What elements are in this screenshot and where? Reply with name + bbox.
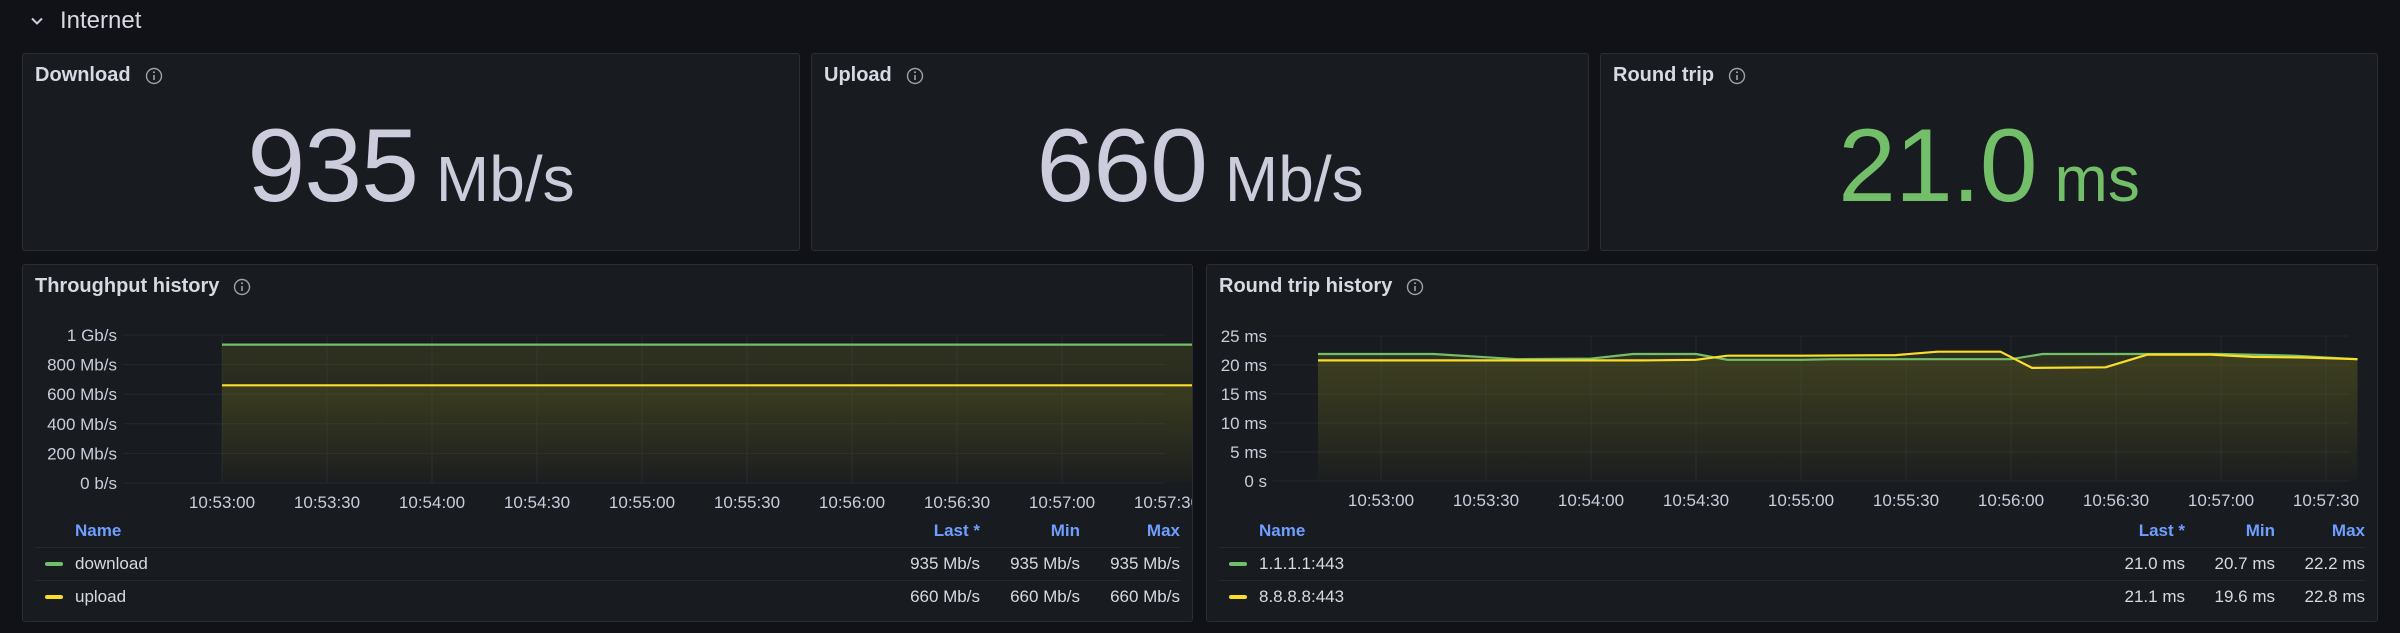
- info-icon[interactable]: [1728, 67, 1746, 85]
- legend-col-last[interactable]: Last *: [880, 521, 980, 541]
- y-tick-label: 200 Mb/s: [47, 444, 117, 463]
- stat-value: 935: [247, 108, 419, 224]
- stat-readout: 935 Mb/s: [23, 114, 799, 240]
- x-tick-label: 10:55:00: [609, 493, 675, 512]
- legend-last: 21.0 ms: [2124, 554, 2185, 573]
- panel-title: Download: [35, 64, 131, 86]
- x-tick-label: 10:57:00: [2188, 491, 2254, 510]
- panel-title: Round trip: [1613, 64, 1715, 86]
- legend-row[interactable]: 1.1.1.1:443 21.0 ms 20.7 ms 22.2 ms: [1219, 547, 2365, 580]
- legend-min: 19.6 ms: [2214, 587, 2275, 606]
- x-tick-label: 10:55:00: [1768, 491, 1834, 510]
- series-name: upload: [75, 587, 127, 606]
- legend-table: Name Last * Min Max 1.1.1.1:443 21.0 ms …: [1219, 515, 2365, 613]
- legend-header: Name Last * Min Max: [35, 515, 1180, 547]
- legend-last: 935 Mb/s: [910, 554, 980, 573]
- y-tick-label: 20 ms: [1221, 356, 1267, 375]
- legend-col-name[interactable]: Name: [35, 521, 880, 541]
- x-tick-label: 10:57:30: [1134, 493, 1192, 512]
- legend-max: 660 Mb/s: [1110, 587, 1180, 606]
- x-tick-label: 10:53:00: [189, 493, 255, 512]
- chevron-down-icon: [31, 17, 43, 25]
- legend-col-max[interactable]: Max: [2275, 521, 2365, 541]
- series-name: download: [75, 554, 148, 573]
- legend-col-max[interactable]: Max: [1080, 521, 1180, 541]
- info-icon[interactable]: [906, 67, 924, 85]
- x-tick-label: 10:54:30: [1663, 491, 1729, 510]
- x-tick-label: 10:54:00: [1558, 491, 1624, 510]
- series-swatch: [45, 595, 63, 599]
- y-tick-label: 400 Mb/s: [47, 415, 117, 434]
- panel-title: Round trip history: [1219, 275, 1393, 297]
- legend-col-last[interactable]: Last *: [2085, 521, 2185, 541]
- stat-unit: Mb/s: [435, 143, 575, 215]
- y-tick-label: 10 ms: [1221, 414, 1267, 433]
- y-tick-label: 0 s: [1244, 472, 1267, 491]
- series-swatch: [45, 562, 63, 566]
- series-name: 1.1.1.1:443: [1259, 554, 1345, 573]
- legend-max: 22.2 ms: [2304, 554, 2365, 573]
- y-tick-label: 15 ms: [1221, 385, 1267, 404]
- legend-min: 935 Mb/s: [1010, 554, 1080, 573]
- stat-readout: 660 Mb/s: [812, 114, 1588, 240]
- round-trip-chart[interactable]: 0 s 5 ms 10 ms 15 ms 20 ms 25 ms 10:53:00 10:53…: [1207, 265, 2377, 521]
- legend-row[interactable]: 8.8.8.8:443 21.1 ms 19.6 ms 22.8 ms: [1219, 580, 2365, 613]
- x-tick-label: 10:53:30: [1453, 491, 1519, 510]
- legend-header: Name Last * Min Max: [1219, 515, 2365, 547]
- stat-readout: 21.0 ms: [1601, 114, 2377, 240]
- info-icon[interactable]: [145, 67, 163, 85]
- series-area: [1318, 351, 2358, 481]
- info-icon[interactable]: [233, 278, 251, 296]
- x-tick-label: 10:56:30: [2083, 491, 2149, 510]
- legend-table: Name Last * Min Max download 935 Mb/s 93…: [35, 515, 1180, 613]
- legend-col-min[interactable]: Min: [2185, 521, 2275, 541]
- stat-panel-round-trip[interactable]: Round trip 21.0 ms: [1600, 53, 2378, 251]
- x-tick-label: 10:55:30: [1873, 491, 1939, 510]
- legend-col-name[interactable]: Name: [1219, 521, 2085, 541]
- y-tick-label: 1 Gb/s: [67, 326, 117, 345]
- x-tick-label: 10:57:30: [2293, 491, 2359, 510]
- x-tick-label: 10:53:30: [294, 493, 360, 512]
- stat-unit: ms: [2054, 143, 2140, 215]
- x-tick-label: 10:54:30: [504, 493, 570, 512]
- series-name: 8.8.8.8:443: [1259, 587, 1345, 606]
- series-swatch: [1229, 562, 1247, 566]
- series-area: [222, 385, 1192, 483]
- row-header-internet[interactable]: Internet: [30, 4, 141, 38]
- y-tick-label: 0 b/s: [80, 474, 117, 493]
- info-icon[interactable]: [1406, 278, 1424, 296]
- series-swatch: [1229, 595, 1247, 599]
- legend-row[interactable]: upload 660 Mb/s 660 Mb/s 660 Mb/s: [35, 580, 1180, 613]
- stat-panel-upload[interactable]: Upload 660 Mb/s: [811, 53, 1589, 251]
- round-trip-history-panel[interactable]: Round trip history 0 s 5 ms 10 ms 15 ms 20 m…: [1206, 264, 2378, 622]
- x-tick-label: 10:57:00: [1029, 493, 1095, 512]
- legend-max: 22.8 ms: [2304, 587, 2365, 606]
- legend-row[interactable]: download 935 Mb/s 935 Mb/s 935 Mb/s: [35, 547, 1180, 580]
- stat-unit: Mb/s: [1224, 143, 1364, 215]
- x-tick-label: 10:56:00: [1978, 491, 2044, 510]
- y-tick-label: 800 Mb/s: [47, 356, 117, 375]
- x-tick-label: 10:56:00: [819, 493, 885, 512]
- legend-last: 660 Mb/s: [910, 587, 980, 606]
- stat-value: 21.0: [1838, 108, 2037, 224]
- legend-last: 21.1 ms: [2124, 587, 2185, 606]
- x-tick-label: 10:55:30: [714, 493, 780, 512]
- stat-value: 660: [1036, 108, 1208, 224]
- legend-min: 20.7 ms: [2214, 554, 2275, 573]
- y-tick-label: 25 ms: [1221, 327, 1267, 346]
- row-title: Internet: [60, 7, 142, 34]
- stat-panel-download[interactable]: Download 935 Mb/s: [22, 53, 800, 251]
- panel-title: Upload: [824, 64, 892, 86]
- legend-max: 935 Mb/s: [1110, 554, 1180, 573]
- y-tick-label: 5 ms: [1230, 443, 1267, 462]
- throughput-history-panel[interactable]: Throughput history 0 b/s 200 Mb/s 400 Mb/s…: [22, 264, 1193, 622]
- x-tick-label: 10:53:00: [1348, 491, 1414, 510]
- x-tick-label: 10:56:30: [924, 493, 990, 512]
- legend-min: 660 Mb/s: [1010, 587, 1080, 606]
- throughput-chart[interactable]: 0 b/s 200 Mb/s 400 Mb/s 600 Mb/s 800 Mb/s 1 G…: [23, 265, 1192, 521]
- y-tick-label: 600 Mb/s: [47, 385, 117, 404]
- panel-title: Throughput history: [35, 275, 220, 297]
- legend-col-min[interactable]: Min: [980, 521, 1080, 541]
- x-tick-label: 10:54:00: [399, 493, 465, 512]
